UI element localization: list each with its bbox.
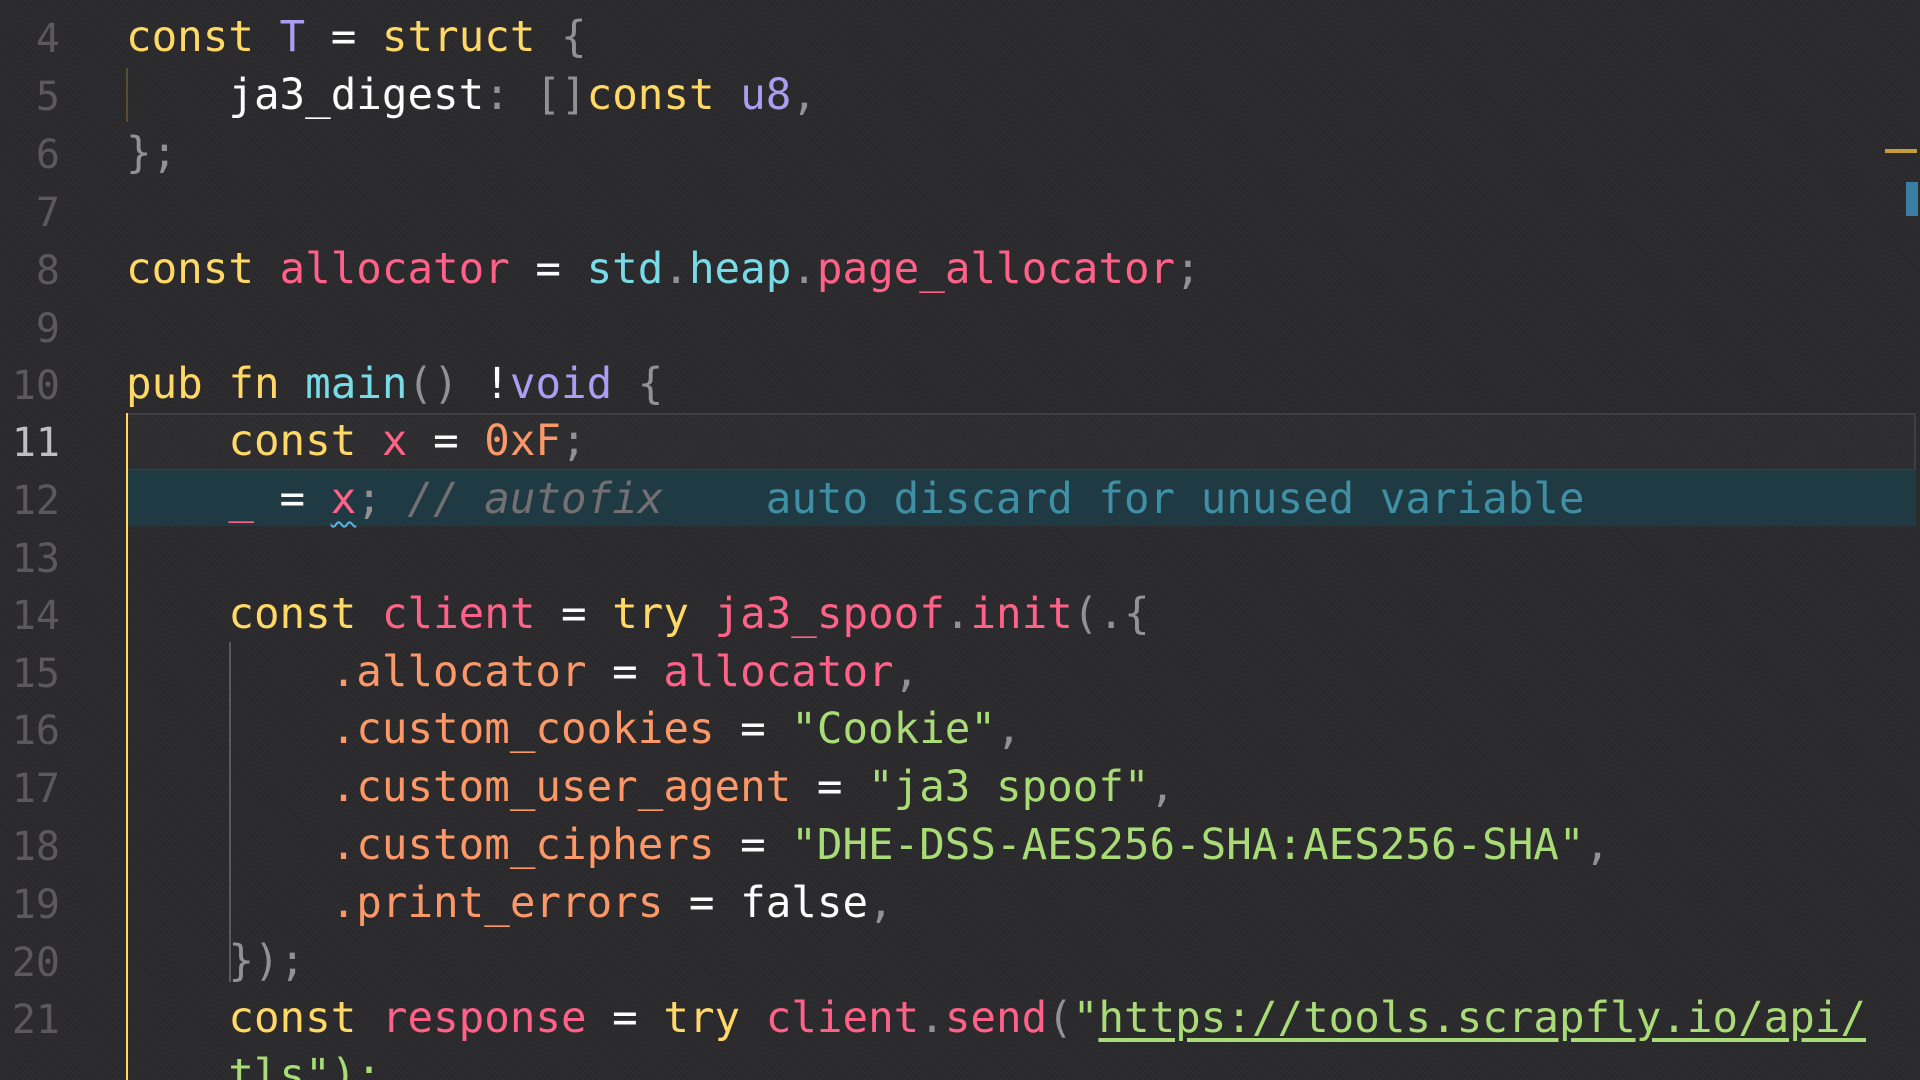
variable-name: client [381,590,536,639]
code-line-8: const allocator = std.heap.page_allocato… [126,245,1201,294]
code-line-10: pub fn main() !void { [126,360,664,409]
keyword: fn [228,360,280,409]
url-link[interactable]: https://tools.scrapfly.io/api/ [1098,994,1866,1043]
code-line-16: .custom_cookies = "Cookie", [330,705,1022,754]
slice-brackets: [] [535,71,587,120]
scrollbar-thumb[interactable] [1906,182,1918,216]
keyword: pub [126,360,203,409]
field-name: .custom_cookies [330,705,715,754]
discard-identifier: _ [228,475,254,524]
string-literal: "DHE-DSS-AES256-SHA:AES256-SHA" [791,821,1585,870]
boolean-literal: false [740,879,869,928]
string-literal: "); [305,1051,382,1080]
field-name: .print_errors [330,879,664,928]
keyword: struct [381,13,536,62]
code-line-17: .custom_user_agent = "ja3 spoof", [330,763,1176,812]
code-line-12: _ = x; // autofix auto discard for unuse… [228,475,1585,524]
function-name: main [305,360,408,409]
url-link-continuation[interactable]: tls [228,1051,305,1080]
code-line-21-wrap: tls"); [126,1047,382,1080]
type-name: void [509,360,613,409]
code-editor[interactable]: 4 5 6 7 8 9 10 11 12 13 14 15 16 17 18 1… [0,0,1920,1080]
keyword: try [663,994,741,1043]
code-line-15: .allocator = allocator, [330,648,920,697]
function-name: send [944,994,1048,1043]
code-line-14: const client = try ja3_spoof.init(.{ [228,590,1150,639]
string-literal: "ja3 spoof" [868,763,1150,812]
namespace: std [586,245,664,294]
function-name: init [970,590,1073,639]
comment: // autofix [407,475,664,524]
code-line-6: }; [126,129,178,178]
variable-reference: client [765,994,920,1043]
string-literal: "Cookie" [791,705,996,754]
variable-reference: allocator [663,648,894,697]
field-name: .allocator [330,648,587,697]
keyword: const [228,417,357,466]
inlay-hint: auto discard for unused variable [765,475,1585,524]
code-area[interactable]: const T = struct { ja3_digest: []const u… [0,0,1900,1080]
type-name: u8 [740,71,792,120]
variable-reference: x [330,475,357,524]
string-quote: " [1072,994,1099,1043]
namespace: heap [688,245,792,294]
field-name: ja3_digest [228,71,485,120]
number-literal: 0xF [484,417,562,466]
keyword: const [126,13,254,62]
overview-ruler-warning-marker[interactable] [1885,149,1917,153]
variable-name: response [381,994,587,1043]
type-name: T [279,13,306,62]
code-line-18: .custom_ciphers = "DHE-DSS-AES256-SHA:AE… [330,821,1611,870]
keyword: try [612,590,689,639]
code-line-19: .print_errors = false, [330,879,894,928]
keyword: const [228,590,357,639]
code-line-20: }); [228,937,306,986]
variable-name: allocator [279,245,510,294]
keyword: const [126,245,254,294]
variable-name: x [381,417,408,466]
field-name: .custom_user_agent [330,763,792,812]
code-line-5: ja3_digest: []const u8, [228,71,817,120]
keyword: const [228,994,357,1043]
field-name: .custom_ciphers [330,821,715,870]
code-line-4: const T = struct { [126,13,587,62]
member-name: page_allocator [816,245,1176,294]
keyword: const [586,71,715,120]
code-line-21: const response = try client.send("https:… [228,994,1867,1043]
namespace: ja3_spoof [714,590,945,639]
code-line-11: const x = 0xF; [228,417,587,466]
